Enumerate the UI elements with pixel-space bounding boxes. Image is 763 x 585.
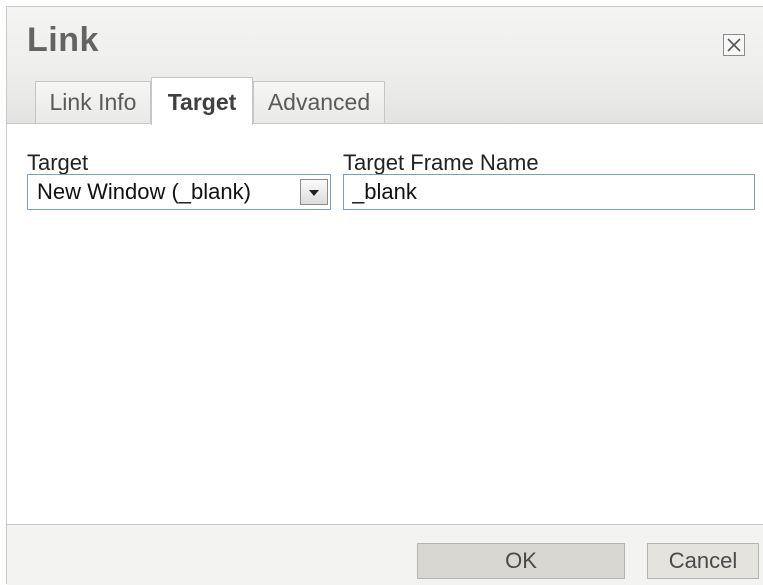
ok-button[interactable]: OK	[417, 543, 625, 579]
chevron-down-icon	[309, 190, 319, 196]
tab-target[interactable]: Target	[151, 77, 253, 125]
target-label: Target	[27, 150, 89, 175]
dialog-header: Link Link Info Target Advanced	[7, 7, 763, 125]
target-frame-name-label: Target Frame Name	[343, 150, 539, 175]
target-select[interactable]: New Window (_blank)	[27, 174, 331, 210]
dropdown-button[interactable]	[300, 179, 328, 205]
close-button[interactable]	[723, 34, 745, 56]
close-icon	[727, 38, 741, 52]
dialog-title: Link	[27, 21, 99, 59]
target-select-value: New Window (_blank)	[37, 179, 251, 204]
cancel-button[interactable]: Cancel	[647, 543, 759, 579]
dialog-footer: OK Cancel	[7, 525, 763, 585]
target-frame-name-input[interactable]	[343, 174, 755, 210]
link-dialog: Link Link Info Target Advanced Target Ta…	[6, 6, 763, 585]
tab-advanced[interactable]: Advanced	[253, 81, 385, 123]
tab-link-info[interactable]: Link Info	[35, 81, 151, 123]
tab-panel-target: Target Target Frame Name New Window (_bl…	[7, 123, 763, 525]
